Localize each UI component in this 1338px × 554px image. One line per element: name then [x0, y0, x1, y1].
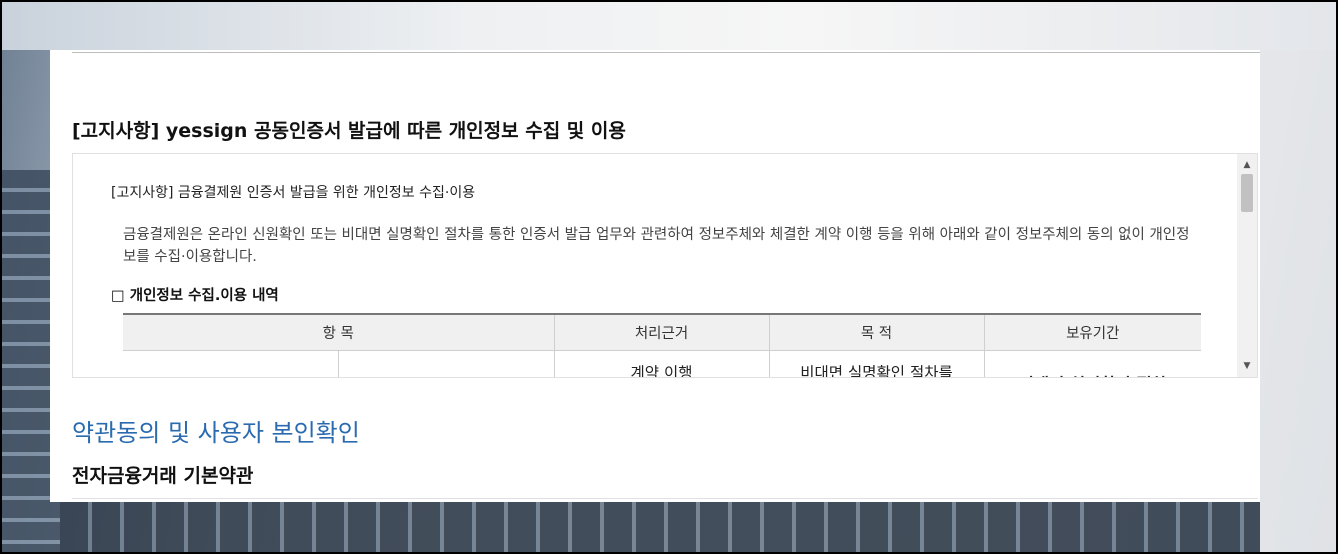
agreement-title: 약관동의 및 사용자 본인확인 — [72, 419, 360, 447]
table-cell: 계약 이행 — [553, 350, 770, 377]
section-label: □ 개인정보 수집.이용 내역 — [111, 288, 279, 304]
notice-sub-heading: [고지사항] 금융결제원 인증서 발급을 위한 개인정보 수집·이용 — [111, 185, 476, 201]
background-sky — [0, 0, 1338, 50]
table-cell — [337, 350, 555, 377]
content-card: [고지사항] yessign 공동인증서 발급에 따른 개인정보 수집 및 이용… — [50, 50, 1260, 502]
notice-scroll-box[interactable]: [고지사항] 금융결제원 인증서 발급을 위한 개인정보 수집·이용 금융결제원… — [72, 153, 1258, 378]
table-header-basis: 처리근거 — [553, 313, 770, 351]
table-cell — [123, 350, 338, 377]
scroll-up-icon[interactable]: ▲ — [1237, 156, 1257, 174]
notice-intro-text: 금융결제원은 온라인 신원확인 또는 비대면 실명확인 절차를 통한 인증서 발… — [123, 227, 1190, 265]
table-row: 계약 이행 비대면 실명확인 절차를 비대면 실명확인 절차 — [123, 350, 1202, 377]
table-header-item: 항 목 — [123, 313, 555, 351]
notice-title: [고지사항] yessign 공동인증서 발급에 따른 개인정보 수집 및 이용 — [72, 120, 626, 142]
terms-title: 전자금융거래 기본약관 — [72, 465, 254, 487]
table-header-row: 항 목 처리근거 목 적 보유기간 — [123, 313, 1202, 351]
notice-scroll-content: [고지사항] 금융결제원 인증서 발급을 위한 개인정보 수집·이용 금융결제원… — [73, 154, 1239, 377]
background-building-bottom — [60, 502, 1260, 554]
scrollbar-thumb[interactable] — [1241, 174, 1253, 212]
table-header-purpose: 목 적 — [768, 313, 985, 351]
terms-box-edge — [72, 498, 1258, 499]
scroll-down-icon[interactable]: ▼ — [1237, 357, 1257, 375]
privacy-info-table: 항 목 처리근거 목 적 보유기간 계약 이행 비대면 실명확인 절차를 비대면… — [123, 313, 1202, 377]
table-header-retention: 보유기간 — [983, 313, 1202, 351]
top-divider — [72, 52, 1260, 53]
table-cell: 비대면 실명확인 절차 — [983, 350, 1202, 377]
table-cell: 비대면 실명확인 절차를 — [768, 350, 985, 377]
scrollbar[interactable]: ▲ ▼ — [1237, 154, 1257, 377]
